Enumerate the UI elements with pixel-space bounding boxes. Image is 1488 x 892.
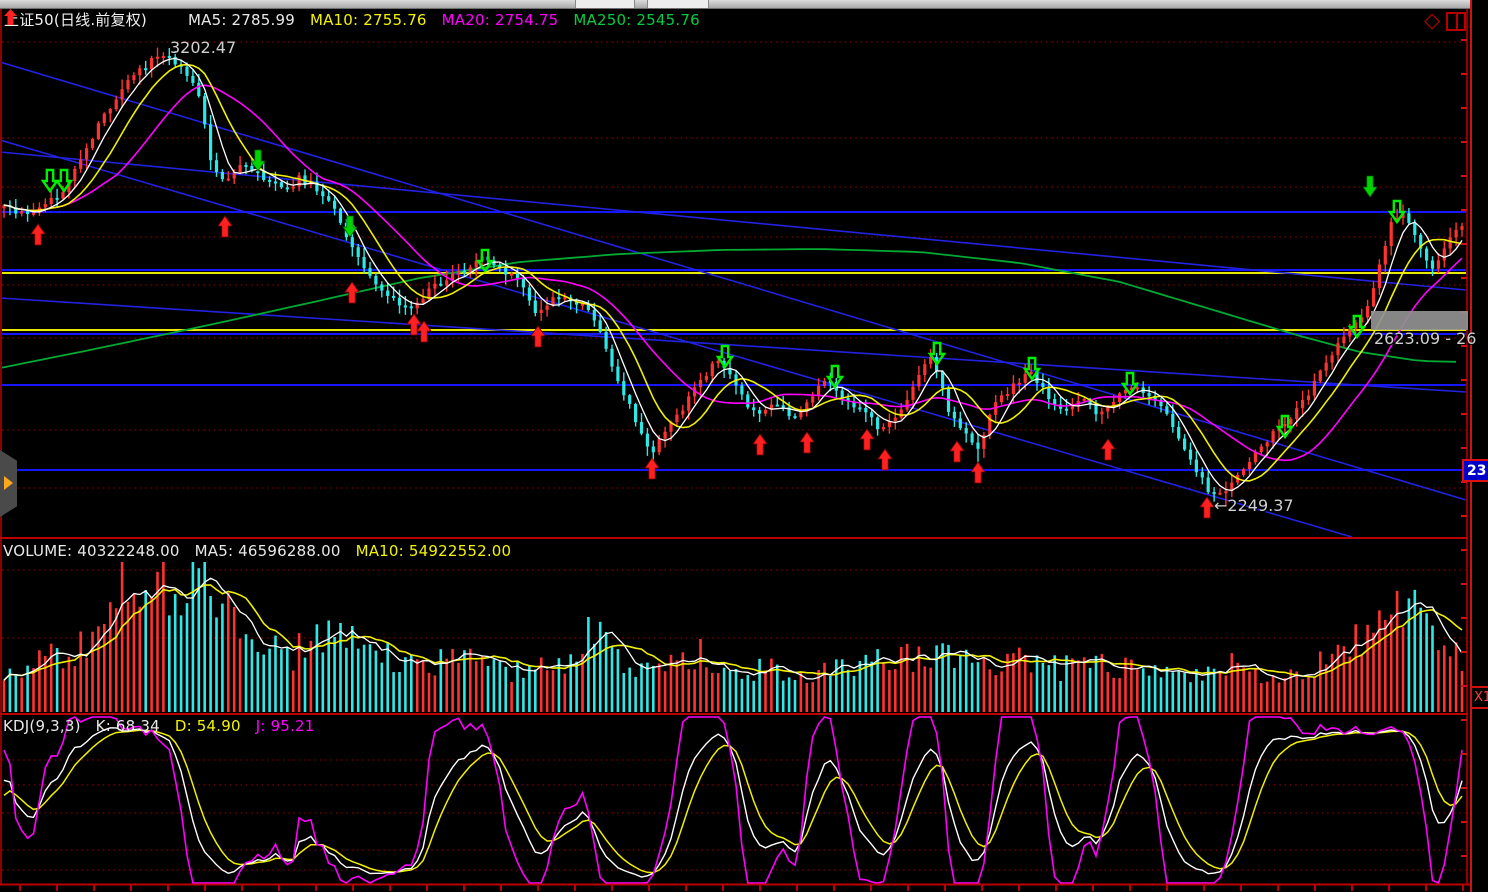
pane-borders xyxy=(0,8,1488,891)
ma5-line xyxy=(4,58,1462,490)
buy-signal-arrows xyxy=(31,216,1214,518)
ma10-value: MA10: 2755.76 xyxy=(310,11,427,29)
price-gridlines xyxy=(2,42,1466,488)
expand-triangle-icon xyxy=(4,476,13,490)
toolbar-strip xyxy=(0,0,1488,9)
measure-range-label: 2623.09 - 26 xyxy=(1374,329,1476,348)
right-axis-column xyxy=(1470,0,1488,892)
volume-bars xyxy=(3,562,1464,712)
peak-price-label: 3202.47 xyxy=(170,38,236,57)
volume-pane-header: VOLUME: 40322248.00 MA5: 46596288.00 MA1… xyxy=(3,542,521,560)
kdj-pane-header: KDJ(9,3,3) K: 68.34 D: 54.90 J: 95.21 xyxy=(3,717,325,735)
ma250-value: MA250: 2545.76 xyxy=(573,11,699,29)
volume-value: VOLUME: 40322248.00 xyxy=(3,542,180,560)
trend-lines xyxy=(0,62,1466,537)
kdj-d-line xyxy=(4,730,1462,872)
kdj-j-line xyxy=(4,717,1462,883)
volume-unit-label: X1 xyxy=(1470,686,1488,709)
volume-ma5-value: MA5: 46596288.00 xyxy=(195,542,341,560)
diamond-icon[interactable]: ◇ xyxy=(1424,10,1440,30)
measure-tool-box[interactable] xyxy=(1371,311,1468,330)
split-window-icon[interactable] xyxy=(1446,12,1466,31)
trough-price-label: ←2249.37 xyxy=(1214,496,1294,515)
kdj-d-value: D: 54.90 xyxy=(175,717,241,735)
kdj-k-line xyxy=(4,728,1462,877)
toolbar-button[interactable] xyxy=(575,0,635,8)
last-price-axis-badge: 23 xyxy=(1462,459,1488,482)
chart-canvas[interactable] xyxy=(0,0,1488,892)
sidebar-expand-handle[interactable] xyxy=(0,450,17,517)
up-arrow-icon xyxy=(165,11,178,27)
kdj-j-value: J: 95.21 xyxy=(256,717,315,735)
instrument-title: 上证50(日线.前复权) xyxy=(4,11,147,29)
ma5-value: MA5: 2785.99 xyxy=(188,11,295,29)
ma20-value: MA20: 2754.75 xyxy=(442,11,559,29)
kdj-indicator-name: KDJ(9,3,3) xyxy=(3,717,81,735)
main-chart-header: 上证50(日线.前复权) MA5: 2785.99 MA10: 2755.76 M… xyxy=(4,9,710,30)
trading-app-window: 上证50(日线.前复权) MA5: 2785.99 MA10: 2755.76 M… xyxy=(0,0,1488,892)
volume-ma10-value: MA10: 54922552.00 xyxy=(356,542,512,560)
sell-signal-arrows xyxy=(43,150,1404,437)
kdj-k-value: K: 68.34 xyxy=(96,717,160,735)
candlesticks xyxy=(2,48,1463,507)
toolbar-button[interactable] xyxy=(647,0,709,8)
